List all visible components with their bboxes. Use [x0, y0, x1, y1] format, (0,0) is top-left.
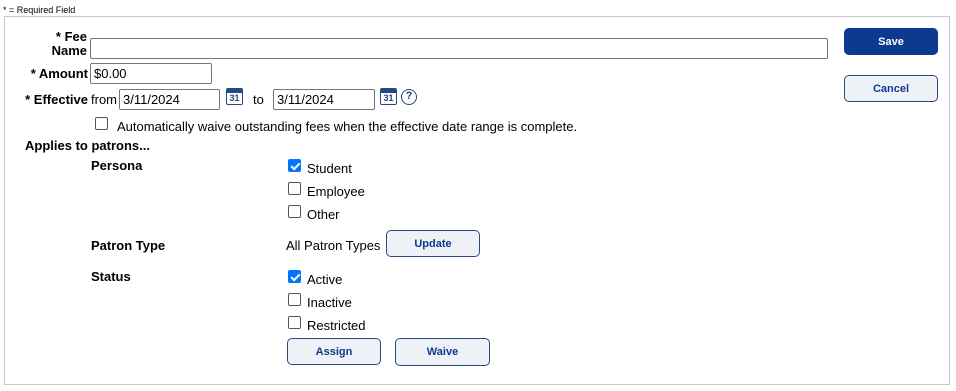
status-label: Status	[91, 269, 131, 284]
persona-label: Persona	[91, 158, 143, 173]
auto-waive-label: Automatically waive outstanding fees whe…	[117, 119, 578, 134]
fee-name-label-line1: * Fee	[55, 29, 87, 44]
persona-other-label: Other	[307, 207, 340, 222]
effective-from-label: from	[91, 92, 117, 107]
assign-button[interactable]: Assign	[287, 338, 381, 365]
required-field-note: * = Required Field	[3, 5, 76, 15]
calendar-icon[interactable]: 31	[380, 88, 397, 105]
calendar-day-label: 31	[229, 93, 240, 103]
amount-label: * Amount	[30, 66, 88, 81]
fee-name-label-line2: Name	[51, 43, 87, 58]
status-inactive-checkbox[interactable]	[288, 293, 301, 306]
update-button[interactable]: Update	[386, 230, 480, 257]
status-inactive-label: Inactive	[307, 295, 352, 310]
effective-label: * Effective	[25, 92, 88, 107]
persona-student-checkbox[interactable]	[288, 159, 301, 172]
help-icon[interactable]: ?	[401, 89, 417, 105]
calendar-day-label: 31	[383, 93, 394, 103]
persona-other-checkbox[interactable]	[288, 205, 301, 218]
calendar-icon[interactable]: 31	[226, 88, 243, 105]
amount-input[interactable]	[90, 63, 212, 84]
patron-type-value: All Patron Types	[286, 238, 381, 253]
effective-from-input[interactable]	[119, 89, 220, 110]
auto-waive-checkbox[interactable]	[95, 117, 108, 130]
waive-button[interactable]: Waive	[395, 338, 490, 366]
persona-employee-checkbox[interactable]	[288, 182, 301, 195]
persona-student-label: Student	[307, 161, 352, 176]
effective-to-input[interactable]	[273, 89, 375, 110]
status-active-label: Active	[307, 272, 343, 287]
save-button[interactable]: Save	[844, 28, 938, 55]
status-active-checkbox[interactable]	[288, 270, 301, 283]
applies-heading: Applies to patrons...	[25, 138, 150, 153]
cancel-button[interactable]: Cancel	[844, 75, 938, 102]
fee-name-input[interactable]	[90, 38, 828, 59]
effective-to-label: to	[253, 92, 264, 107]
persona-employee-label: Employee	[307, 184, 365, 199]
status-restricted-checkbox[interactable]	[288, 316, 301, 329]
status-restricted-label: Restricted	[307, 318, 366, 333]
patron-type-label: Patron Type	[91, 238, 166, 253]
fee-name-label: * Fee Name	[40, 30, 87, 58]
